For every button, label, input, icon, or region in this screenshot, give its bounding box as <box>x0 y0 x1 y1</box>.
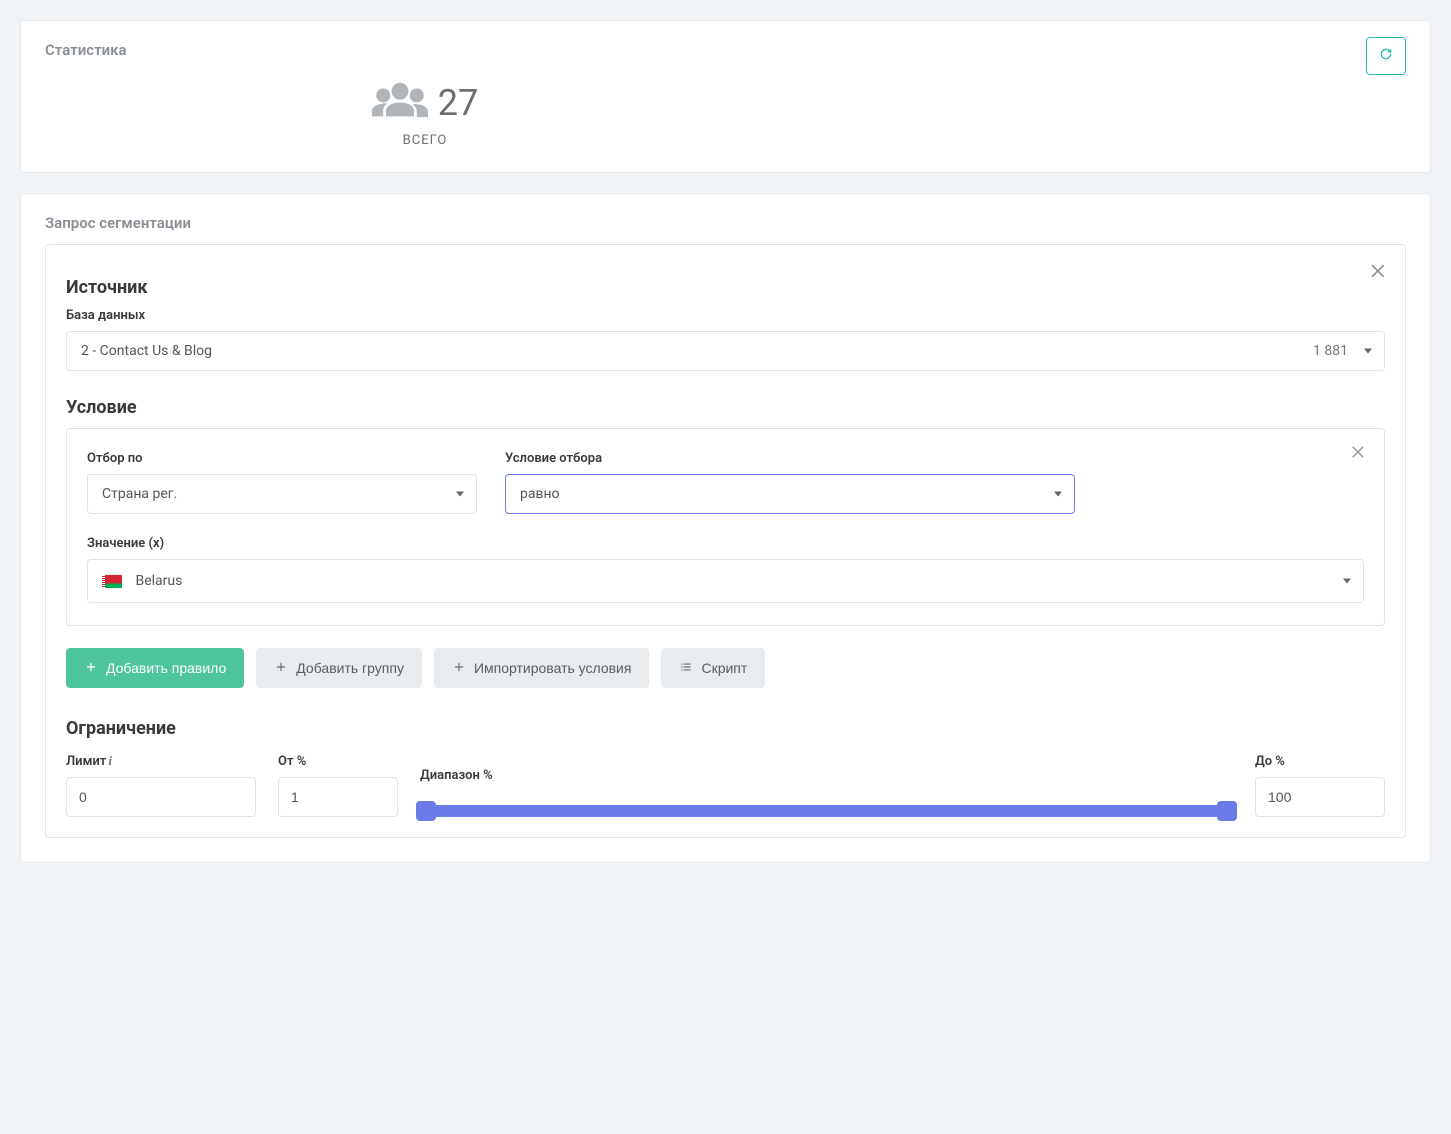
limit-label: Лимитi <box>66 753 256 769</box>
plus-icon <box>274 660 288 677</box>
database-select[interactable]: 2 - Contact Us & Blog 1 881 <box>66 331 1385 371</box>
source-heading: Источник <box>66 277 1385 298</box>
operator-select[interactable]: равно <box>505 474 1075 514</box>
limit-row: Лимитi От % Диапазон % До % <box>66 753 1385 817</box>
stat-value: 27 <box>438 82 478 124</box>
flag-belarus-icon <box>102 575 122 588</box>
remove-condition-button[interactable] <box>1350 443 1368 465</box>
list-icon <box>679 660 693 677</box>
plus-icon <box>84 660 98 677</box>
segmentation-title: Запрос сегментации <box>45 214 1406 232</box>
filter-by-label: Отбор по <box>87 451 477 466</box>
plus-icon <box>452 660 466 677</box>
value-select[interactable]: Belarus <box>87 559 1364 603</box>
operator-label: Условие отбора <box>505 451 1075 466</box>
script-label: Скрипт <box>701 660 747 676</box>
segmentation-card: Запрос сегментации Источник База данных … <box>20 193 1431 863</box>
source-panel: Источник База данных 2 - Contact Us & Bl… <box>45 244 1406 838</box>
stat-label: ВСЕГО <box>403 133 448 148</box>
from-label: От % <box>278 754 398 769</box>
to-label: До % <box>1255 754 1385 769</box>
range-handle-left[interactable] <box>416 801 436 821</box>
caret-down-icon <box>1364 349 1372 354</box>
db-selected-value: 2 - Contact Us & Blog <box>81 343 212 359</box>
value-text: Belarus <box>135 573 182 589</box>
operator-value: равно <box>520 486 560 502</box>
info-icon: i <box>108 753 112 769</box>
range-slider[interactable] <box>420 805 1233 817</box>
filter-by-value: Страна рег. <box>102 486 177 502</box>
caret-down-icon <box>1054 492 1062 497</box>
users-icon <box>372 79 428 127</box>
refresh-icon <box>1378 46 1394 66</box>
close-icon <box>1369 269 1389 285</box>
stat-block: 27 ВСЕГО <box>275 79 575 148</box>
button-row: Добавить правило Добавить группу Импорти… <box>66 648 1385 688</box>
add-group-label: Добавить группу <box>296 660 404 676</box>
caret-down-icon <box>456 492 464 497</box>
range-handle-right[interactable] <box>1217 801 1237 821</box>
add-rule-button[interactable]: Добавить правило <box>66 648 244 688</box>
db-count: 1 881 <box>1313 343 1348 359</box>
add-group-button[interactable]: Добавить группу <box>256 648 422 688</box>
import-label: Импортировать условия <box>474 660 632 676</box>
stats-title: Статистика <box>45 41 1406 59</box>
statistics-card: Статистика 27 ВСЕГО <box>20 20 1431 173</box>
caret-down-icon <box>1343 579 1351 584</box>
limit-input[interactable] <box>66 777 256 817</box>
value-content: Belarus <box>102 573 182 589</box>
db-label: База данных <box>66 308 1385 323</box>
condition-block: Отбор по Страна рег. Условие отбора равн… <box>66 428 1385 626</box>
filter-by-select[interactable]: Страна рег. <box>87 474 477 514</box>
import-conditions-button[interactable]: Импортировать условия <box>434 648 650 688</box>
range-label: Диапазон % <box>420 768 1233 783</box>
add-rule-label: Добавить правило <box>106 660 226 676</box>
close-icon <box>1350 449 1368 465</box>
close-source-button[interactable] <box>1369 261 1389 285</box>
script-button[interactable]: Скрипт <box>661 648 765 688</box>
refresh-button[interactable] <box>1366 37 1406 75</box>
to-input[interactable] <box>1255 777 1385 817</box>
limit-heading: Ограничение <box>66 718 1385 739</box>
value-label: Значение (x) <box>87 536 1364 551</box>
from-input[interactable] <box>278 777 398 817</box>
condition-heading: Условие <box>66 397 1385 418</box>
